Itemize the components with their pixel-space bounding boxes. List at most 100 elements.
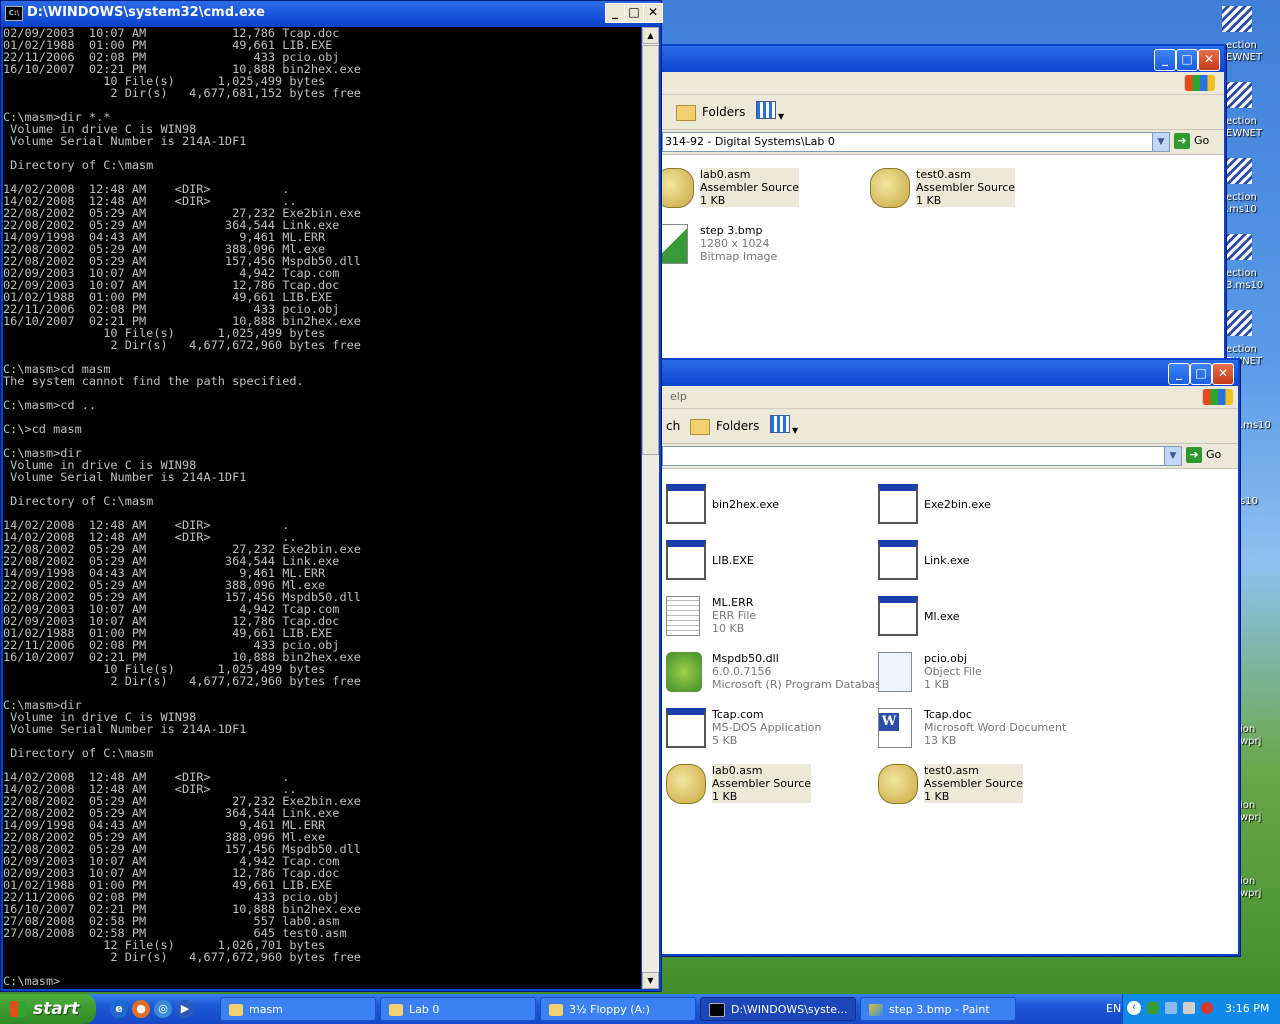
desktop-icon-label[interactable]: 3.ms10 xyxy=(1226,280,1280,292)
file-name: Mspdb50.dll xyxy=(712,652,779,665)
desktop-icon-label[interactable]: ection xyxy=(1226,116,1280,128)
folders-label: Folders xyxy=(716,419,760,433)
desktop-icon-label[interactable]: ion xyxy=(1240,724,1280,736)
folder-icon xyxy=(676,104,696,121)
network-shortcut-icon[interactable] xyxy=(1222,234,1252,260)
start-button[interactable]: start xyxy=(0,994,96,1024)
network-shortcut-icon[interactable] xyxy=(1222,310,1252,336)
file-type: ERR File xyxy=(712,609,757,622)
desktop-icon-label[interactable]: EWNET xyxy=(1226,52,1280,64)
address-input[interactable]: 314-92 - Digital Systems\Lab 0 ▼ xyxy=(662,132,1170,152)
file-size: 5 KB xyxy=(712,734,738,747)
cmd-window: C:\ D:\WINDOWS\system32\cmd.exe _ □ ✕ 02… xyxy=(0,0,663,992)
cmd-icon: C:\ xyxy=(5,6,23,21)
minimize-button[interactable]: _ xyxy=(1168,363,1190,385)
menu-bar xyxy=(662,72,1224,95)
close-button[interactable]: ✕ xyxy=(1212,363,1234,385)
tray-network-icon[interactable] xyxy=(1147,1002,1159,1014)
console-line: C:\>cd masm xyxy=(3,422,82,436)
language-indicator[interactable]: EN xyxy=(1106,994,1121,1024)
maximize-button[interactable]: □ xyxy=(1176,49,1198,71)
address-dropdown-button[interactable]: ▼ xyxy=(1164,447,1181,465)
console-output[interactable]: 02/09/2003 10:07 AM 12,786 Tcap.doc 01/02… xyxy=(3,27,641,989)
cmd-titlebar[interactable]: C:\ D:\WINDOWS\system32\cmd.exe _ □ ✕ xyxy=(1,1,663,25)
close-button[interactable]: ✕ xyxy=(1198,49,1220,71)
explorer-window-masm: _ □ ✕ elp ch Folders ▼ ▼ ➔ Go bin2hex.exe… xyxy=(660,358,1240,956)
firefox-icon[interactable]: ● xyxy=(132,1000,150,1018)
taskbar-item-masm[interactable]: masm xyxy=(220,997,376,1021)
network-shortcut-icon[interactable] xyxy=(1222,6,1252,32)
minimize-button[interactable]: _ xyxy=(605,3,625,23)
desktop-icon-label[interactable]: wprj xyxy=(1240,888,1280,900)
address-dropdown-button[interactable]: ▼ xyxy=(1152,133,1169,151)
desktop-icon-label[interactable]: ection xyxy=(1226,268,1280,280)
console-line: Volume Serial Number is 214A-1DF1 xyxy=(3,722,247,736)
scroll-up-icon[interactable]: ▲ xyxy=(642,27,659,44)
minimize-button[interactable]: _ xyxy=(1154,49,1176,71)
file-name: Tcap.com xyxy=(712,708,764,721)
file-type: Microsoft Word Document xyxy=(924,721,1067,734)
desktop-icon-label[interactable]: s10 xyxy=(1240,496,1280,508)
network-shortcut-icon[interactable] xyxy=(1222,82,1252,108)
tray-arrow-icon[interactable]: ‹ xyxy=(1127,1001,1141,1015)
internet-explorer-icon[interactable]: e xyxy=(110,1000,128,1018)
views-button[interactable]: ▼ xyxy=(756,101,786,121)
address-input[interactable]: ▼ xyxy=(662,446,1182,466)
exe-file-icon xyxy=(878,484,918,524)
search-button[interactable]: ch xyxy=(666,419,680,433)
file-name: Link.exe xyxy=(924,554,970,567)
network-shortcut-icon[interactable] xyxy=(1222,158,1252,184)
toolbar: ch Folders ▼ xyxy=(662,409,1238,444)
console-scrollbar[interactable]: ▲ ▼ xyxy=(642,27,659,989)
desktop-icon-label[interactable]: ection xyxy=(1226,40,1280,52)
file-size: 1 KB xyxy=(712,790,738,803)
desktop-icon-label[interactable]: ection xyxy=(1226,344,1280,356)
file-name: LIB.EXE xyxy=(712,554,754,567)
task-label: D:\WINDOWS\syste... xyxy=(731,1003,848,1016)
help-menu[interactable]: elp xyxy=(670,390,687,403)
views-button[interactable]: ▼ xyxy=(770,415,800,435)
desktop-icon-label[interactable]: EWNET xyxy=(1226,128,1280,140)
scroll-down-icon[interactable]: ▼ xyxy=(642,972,659,989)
taskbar-item-lab0[interactable]: Lab 0 xyxy=(380,997,536,1021)
file-type: Bitmap Image xyxy=(700,250,778,263)
taskbar-item-paint[interactable]: step 3.bmp - Paint xyxy=(860,997,1016,1021)
console-line: Volume Serial Number is 214A-1DF1 xyxy=(3,470,247,484)
explorer-titlebar[interactable]: _ □ ✕ xyxy=(662,360,1238,386)
maximize-button[interactable]: □ xyxy=(1190,363,1212,385)
desktop-icon-label[interactable]: .ms10 xyxy=(1240,420,1280,432)
file-name: test0.asm xyxy=(924,764,979,777)
tray-security-icon[interactable] xyxy=(1201,1002,1213,1014)
messenger-icon[interactable]: ◎ xyxy=(154,1000,172,1018)
desktop-icon-label[interactable]: wprj xyxy=(1240,812,1280,824)
asm-file-icon xyxy=(878,764,918,804)
go-button[interactable]: ➔ Go xyxy=(1174,132,1209,150)
folder-icon xyxy=(229,1004,243,1016)
desktop-icon-label[interactable]: .ms10 xyxy=(1226,204,1280,216)
tray-display-icon[interactable] xyxy=(1165,1002,1177,1014)
folders-button[interactable]: Folders xyxy=(690,415,759,437)
asm-file-icon xyxy=(666,764,706,804)
desktop-icon-label[interactable]: wprj xyxy=(1240,736,1280,748)
file-name: test0.asm xyxy=(916,168,971,181)
maximize-button[interactable]: □ xyxy=(624,3,644,23)
explorer-titlebar[interactable]: _ □ ✕ xyxy=(662,46,1224,72)
taskbar-item-floppy[interactable]: 3½ Floppy (A:) xyxy=(540,997,696,1021)
scrollbar-thumb[interactable] xyxy=(642,45,659,455)
desktop-icon-label[interactable]: ection xyxy=(1226,192,1280,204)
file-size: 10 KB xyxy=(712,622,745,635)
media-player-icon[interactable]: ▶ xyxy=(176,1000,194,1018)
tray-volume-icon[interactable] xyxy=(1183,1002,1195,1014)
taskbar-item-cmd[interactable]: D:\WINDOWS\syste... xyxy=(700,997,856,1021)
folders-button[interactable]: Folders xyxy=(676,101,745,123)
go-button[interactable]: ➔ Go xyxy=(1186,446,1221,464)
desktop-icon-label[interactable]: ion xyxy=(1240,876,1280,888)
desktop-icon-label[interactable]: ion xyxy=(1240,800,1280,812)
file-name: lab0.asm xyxy=(700,168,751,181)
console-line: Directory of C:\masm xyxy=(3,158,154,172)
file-size: 1 KB xyxy=(924,790,950,803)
clock[interactable]: 3:16 PM xyxy=(1225,994,1269,1024)
close-button[interactable]: ✕ xyxy=(643,3,663,23)
windows-logo-icon xyxy=(1184,75,1215,91)
